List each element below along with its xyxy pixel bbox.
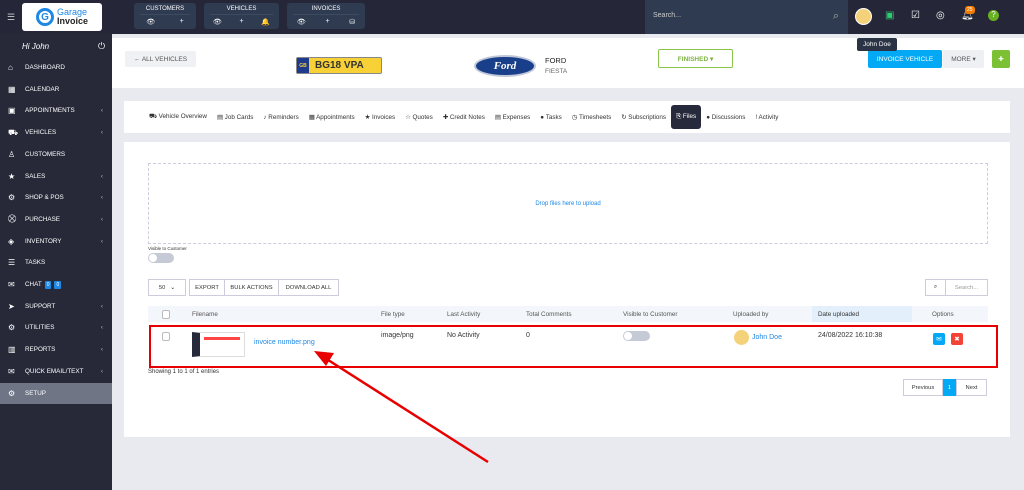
annotation-arrow	[314, 351, 489, 464]
